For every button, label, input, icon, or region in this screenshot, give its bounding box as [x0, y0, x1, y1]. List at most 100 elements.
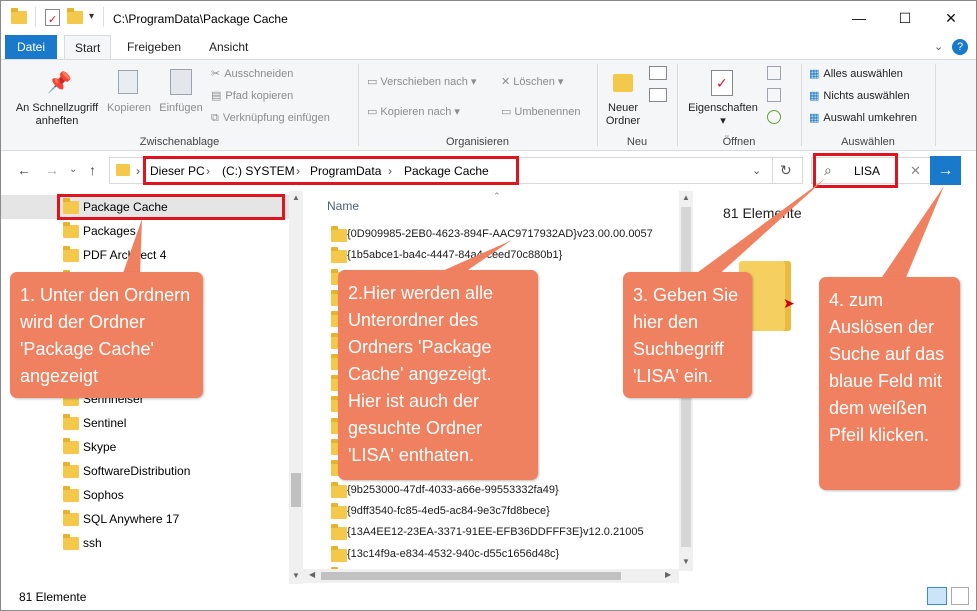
up-arrow-icon[interactable]: ↑ — [89, 162, 96, 178]
copy-label: Kopieren — [106, 102, 152, 114]
tree-item-label: SQL Anywhere 17 — [83, 512, 180, 526]
folder-icon — [63, 534, 79, 550]
tree-item-label: Sentinel — [83, 416, 127, 430]
new-item-icon[interactable] — [649, 66, 667, 80]
customize-quick-access-icon[interactable]: ▾ — [89, 11, 94, 22]
select-none-button[interactable]: ▦ Nichts auswählen — [809, 88, 910, 102]
delete-button[interactable]: ✕ Löschen ▾ — [501, 74, 563, 88]
list-item-label: {0D909985-2EB0-4623-894F-AAC9717932AD}v2… — [347, 228, 653, 240]
scroll-up-icon[interactable]: ▲ — [682, 193, 690, 202]
callout-1: 1. Unter den Ordnern wird der Ordner 'Pa… — [10, 272, 203, 398]
status-count: 81 Elemente — [19, 590, 87, 604]
tree-item[interactable]: Packages — [1, 219, 289, 243]
folder-icon — [63, 510, 79, 526]
tab-freigeben[interactable]: Freigeben — [117, 35, 191, 59]
new-group-label: Neu — [626, 136, 648, 148]
list-item-label: {13A4EE12-23EA-3371-91EE-EFB36DDFFF3E}v1… — [347, 526, 644, 539]
pin-icon: 📌 — [47, 72, 72, 94]
paste-label: Einfügen — [159, 102, 203, 114]
delete-icon: ✕ — [501, 76, 511, 88]
folder-icon — [331, 524, 347, 541]
clear-search-icon[interactable]: ✕ — [910, 163, 921, 179]
list-item[interactable]: {9dff3540-fc85-4ed5-ac84-9e3c7fd8bece} — [327, 501, 682, 523]
list-item[interactable]: {13A4EE12-23EA-3371-91EE-EFB36DDFFF3E}v1… — [327, 522, 682, 544]
highlight-search — [813, 153, 898, 188]
rename-button[interactable]: ▭ Umbenennen — [501, 104, 580, 118]
open-icon[interactable] — [767, 66, 781, 80]
new-folder-quick-icon[interactable] — [67, 8, 83, 25]
folder-icon — [63, 462, 79, 478]
help-icon[interactable]: ? — [952, 39, 968, 55]
scroll-down-icon[interactable]: ▼ — [292, 571, 300, 580]
select-group-label: Auswählen — [841, 136, 895, 148]
tree-item[interactable]: Skype — [1, 435, 289, 459]
dropdown-icon: ▾ — [454, 106, 460, 118]
tree-item[interactable]: SoftwareDistribution — [1, 459, 289, 483]
nav-scrollbar[interactable]: ▲ ▼ — [289, 191, 303, 584]
scroll-down-icon[interactable]: ▼ — [682, 557, 690, 566]
history-icon[interactable] — [767, 110, 781, 124]
copy-icon — [118, 70, 138, 94]
tree-item[interactable]: Sophos — [1, 483, 289, 507]
ribbon-tabs: Datei Start Freigeben Ansicht ⌄ ? — [1, 35, 976, 60]
list-item[interactable]: {0D909985-2EB0-4623-894F-AAC9717932AD}v2… — [327, 224, 682, 246]
list-item[interactable]: {9b253000-47df-4033-a66e-99553332fa49} — [327, 480, 682, 502]
forward-arrow-icon[interactable]: → — [45, 162, 59, 178]
tree-item[interactable]: SQL Anywhere 17 — [1, 507, 289, 531]
folder-icon — [331, 247, 347, 264]
list-item[interactable]: {13c14f9a-e834-4532-940c-d55c1656d48c} — [327, 544, 682, 566]
tree-item-label: Skype — [83, 440, 117, 454]
move-to-button[interactable]: ▭ Verschieben nach ▾ — [367, 74, 476, 88]
callout-4: 4. zum Auslösen der Suche auf das blaue … — [819, 277, 960, 490]
address-dropdown-icon[interactable]: ⌄ — [752, 164, 761, 177]
rename-icon: ▭ — [501, 106, 512, 118]
minimize-button[interactable]: — — [836, 1, 882, 35]
list-item[interactable]: {1b5abce1-ba4c-4447-84a4-ceed70c880b1} — [327, 245, 682, 267]
edit-icon[interactable] — [767, 88, 781, 102]
scroll-left-icon[interactable]: ◀ — [309, 570, 315, 579]
refresh-icon[interactable]: ↻ — [780, 162, 792, 179]
back-arrow-icon[interactable]: ← — [17, 162, 31, 178]
invert-selection-button[interactable]: ▦ Auswahl umkehren — [809, 110, 917, 124]
copy-path-button[interactable]: ▤ Pfad kopieren — [211, 88, 293, 102]
recent-locations-icon[interactable]: ⌄ — [69, 164, 77, 175]
select-none-label: Nichts auswählen — [823, 90, 910, 102]
copy-to-label: Kopieren nach — [380, 106, 452, 118]
column-header-name[interactable]: Name — [327, 199, 359, 213]
scroll-up-icon[interactable]: ▲ — [292, 193, 300, 202]
folder-icon — [331, 502, 347, 519]
folder-icon — [63, 414, 79, 430]
divider — [35, 7, 36, 27]
move-icon: ▭ — [367, 76, 378, 88]
invert-selection-icon: ▦ — [809, 112, 820, 124]
maximize-button[interactable]: ☐ — [882, 1, 928, 35]
folder-icon — [63, 486, 79, 502]
properties-quick-icon[interactable]: ✓ — [45, 9, 60, 26]
tab-datei[interactable]: Datei — [5, 35, 57, 59]
scroll-right-icon[interactable]: ▶ — [665, 570, 671, 579]
tab-start[interactable]: Start — [64, 35, 112, 60]
copy-to-button[interactable]: ▭ Kopieren nach ▾ — [367, 104, 460, 118]
select-all-button[interactable]: ▦ Alles auswählen — [809, 66, 903, 80]
details-view-icon[interactable] — [927, 587, 947, 605]
invert-selection-label: Auswahl umkehren — [823, 112, 917, 124]
ribbon: 📌 An Schnellzugriff anheften Kopieren Ei… — [1, 59, 976, 151]
easy-access-icon[interactable] — [649, 88, 667, 102]
dropdown-icon: ▾ — [720, 115, 726, 127]
tree-item[interactable]: ssh — [1, 531, 289, 555]
tree-item-label: Packages — [83, 224, 136, 238]
tab-ansicht[interactable]: Ansicht — [199, 35, 258, 59]
paste-shortcut-button[interactable]: ⧉ Verknüpfung einfügen — [211, 110, 330, 125]
large-icons-view-icon[interactable] — [951, 587, 969, 605]
tree-item[interactable]: Sentinel — [1, 411, 289, 435]
horizontal-scrollbar[interactable]: ◀ ▶ — [303, 569, 679, 583]
search-go-button[interactable]: → — [930, 156, 961, 185]
tree-item[interactable]: PDF Architect 4 — [1, 243, 289, 267]
close-button[interactable]: ✕ — [928, 1, 974, 35]
delete-label: Löschen — [513, 76, 555, 88]
cut-button[interactable]: ✂ Ausschneiden — [211, 66, 293, 80]
h-scroll-thumb[interactable] — [321, 572, 621, 580]
ribbon-collapse-icon[interactable]: ⌄ — [934, 40, 943, 53]
group-divider — [358, 64, 359, 146]
scroll-thumb[interactable] — [291, 473, 301, 507]
